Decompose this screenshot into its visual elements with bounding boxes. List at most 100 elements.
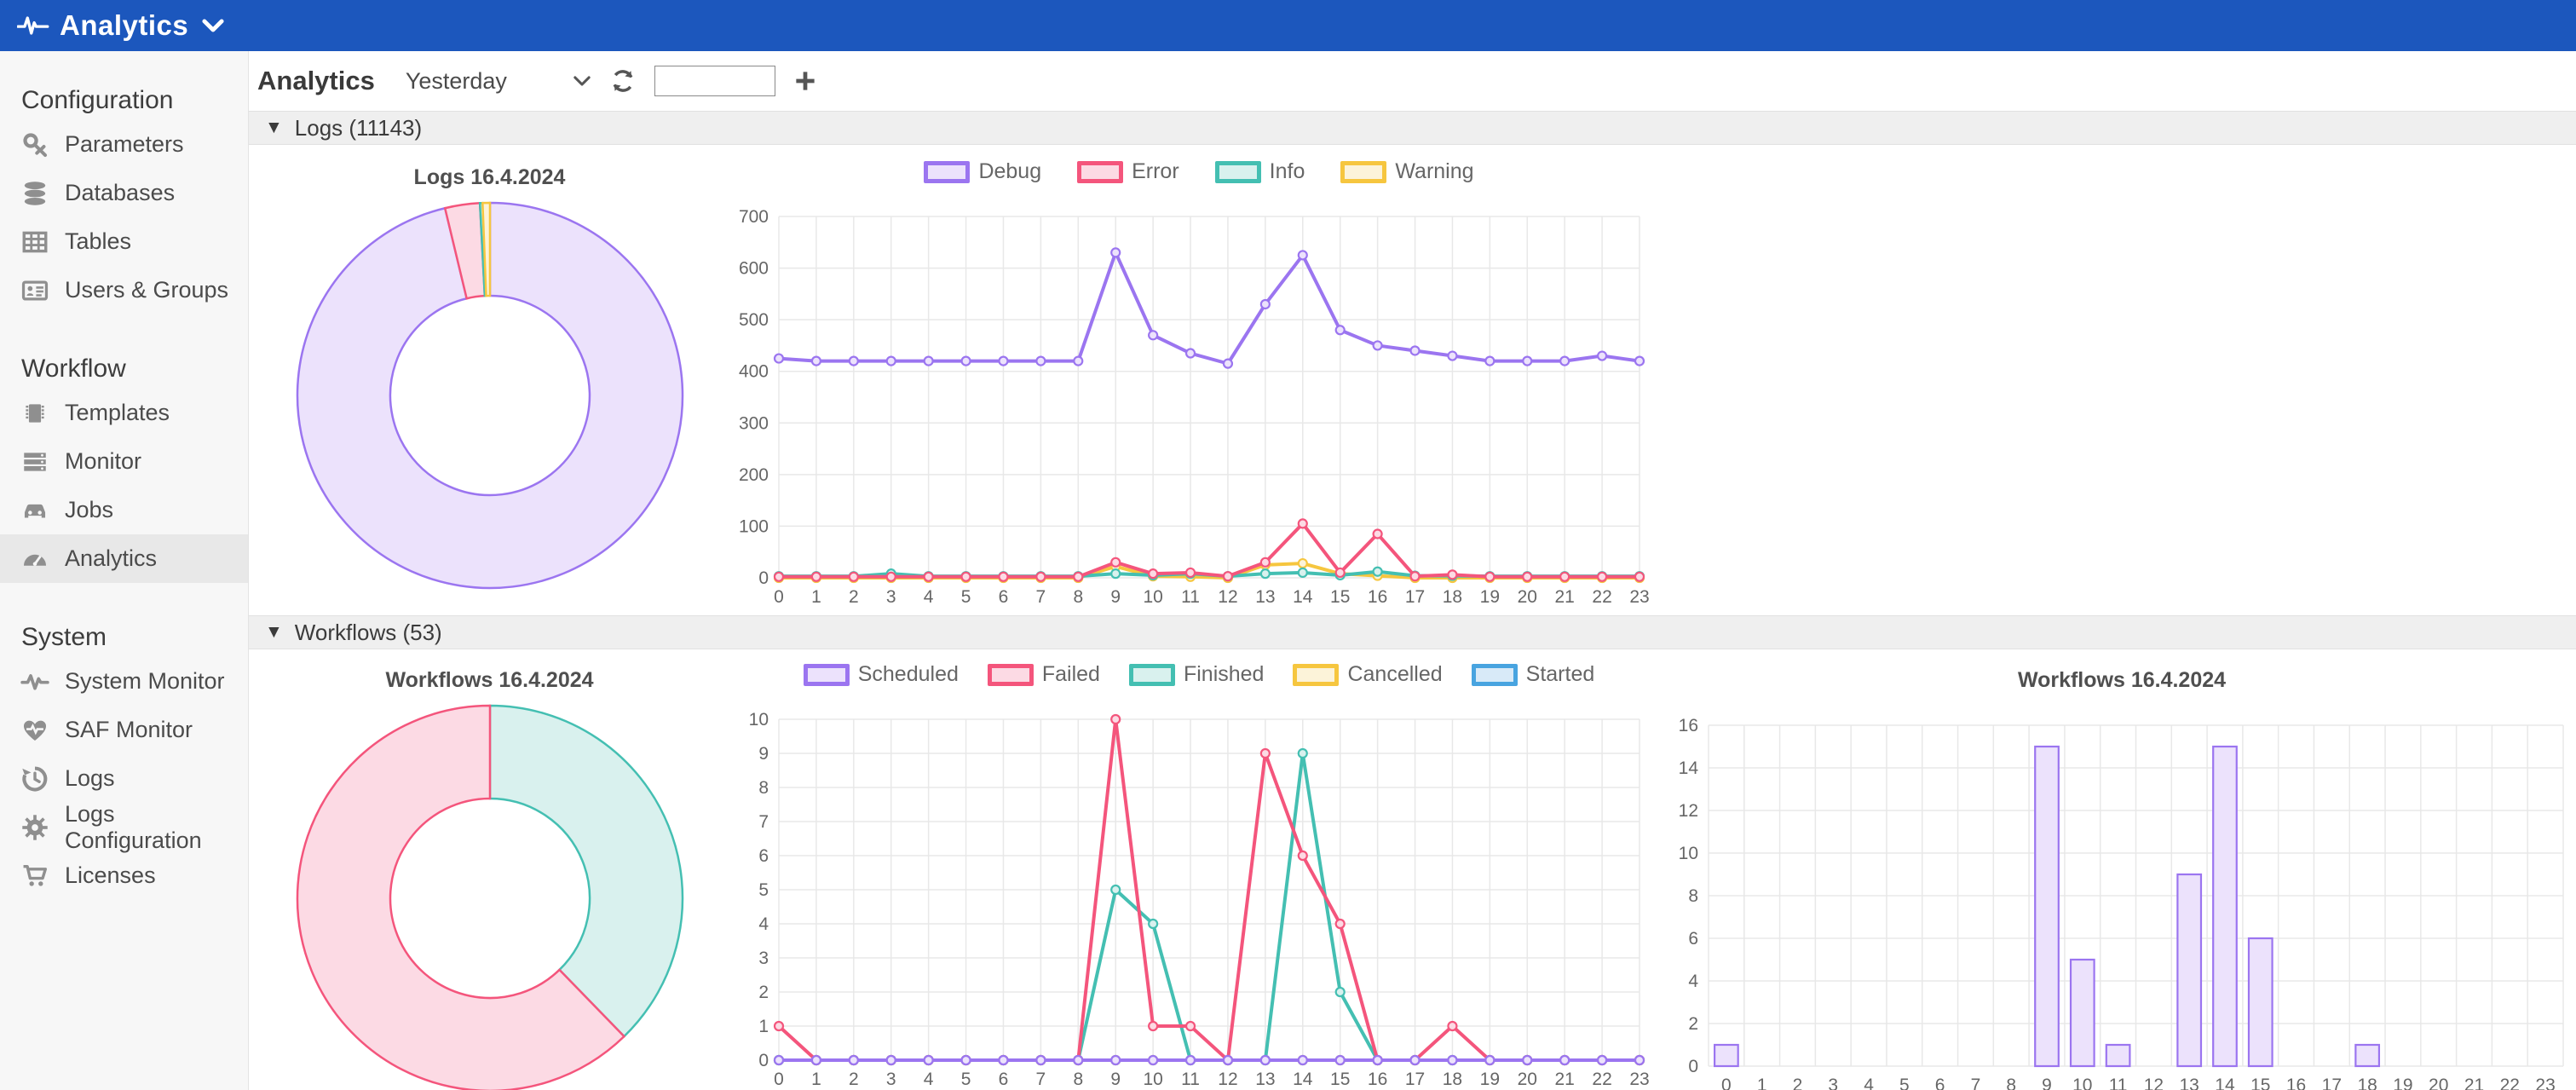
period-value: Yesterday xyxy=(406,68,507,95)
svg-text:19: 19 xyxy=(1480,1070,1500,1089)
legend-item-error[interactable]: Error xyxy=(1077,159,1179,184)
svg-text:8: 8 xyxy=(1073,587,1083,607)
sidebar-item-tables[interactable]: Tables xyxy=(0,217,248,266)
svg-text:0: 0 xyxy=(758,568,769,588)
app-title: Analytics xyxy=(60,9,188,42)
legend-item-warning[interactable]: Warning xyxy=(1340,159,1473,184)
workflows-donut-title: Workflows 16.4.2024 xyxy=(385,668,593,693)
collapse-icon: ▼ xyxy=(265,622,283,643)
legend-label: Cancelled xyxy=(1347,662,1442,687)
svg-text:11: 11 xyxy=(1181,1070,1200,1089)
sidebar-item-logs[interactable]: Logs xyxy=(0,754,248,803)
svg-text:17: 17 xyxy=(1405,587,1425,607)
svg-text:0: 0 xyxy=(1688,1057,1698,1076)
legend-label: Started xyxy=(1526,662,1595,687)
svg-text:1: 1 xyxy=(758,1017,769,1036)
svg-text:2: 2 xyxy=(849,587,859,607)
svg-text:14: 14 xyxy=(1293,1070,1313,1089)
quick-add-input[interactable] xyxy=(654,66,775,96)
svg-text:12: 12 xyxy=(1218,587,1237,607)
svg-text:200: 200 xyxy=(739,465,769,485)
legend-item-info[interactable]: Info xyxy=(1215,159,1305,184)
legend-label: Error xyxy=(1132,159,1179,184)
legend-swatch xyxy=(804,664,850,686)
sidebar-item-analytics[interactable]: Analytics xyxy=(0,534,248,583)
svg-text:21: 21 xyxy=(2464,1076,2483,1090)
legend-item-scheduled[interactable]: Scheduled xyxy=(804,662,959,687)
sidebar-item-label: Users & Groups xyxy=(65,277,228,303)
svg-text:1: 1 xyxy=(811,587,821,607)
svg-text:16: 16 xyxy=(1678,716,1697,735)
legend-swatch xyxy=(1340,161,1386,183)
sidebar-item-saf-monitor[interactable]: SAF Monitor xyxy=(0,706,248,754)
legend-label: Failed xyxy=(1042,662,1100,687)
svg-text:7: 7 xyxy=(1036,587,1046,607)
svg-text:11: 11 xyxy=(2108,1076,2127,1090)
sidebar-item-users-groups[interactable]: Users & Groups xyxy=(0,266,248,314)
page-title: Analytics xyxy=(257,66,375,96)
sidebar-item-databases[interactable]: Databases xyxy=(0,169,248,217)
header-chevron-down-icon[interactable] xyxy=(202,18,224,33)
legend-item-finished[interactable]: Finished xyxy=(1129,662,1265,687)
sidebar-section-title: System xyxy=(0,618,248,657)
svg-text:8: 8 xyxy=(758,778,769,798)
legend-item-failed[interactable]: Failed xyxy=(988,662,1100,687)
legend-swatch xyxy=(1215,161,1261,183)
svg-text:0: 0 xyxy=(1721,1076,1732,1090)
sidebar-item-system-monitor[interactable]: System Monitor xyxy=(0,657,248,706)
svg-text:6: 6 xyxy=(1934,1076,1945,1090)
svg-text:0: 0 xyxy=(774,587,784,607)
svg-text:8: 8 xyxy=(1073,1070,1083,1089)
add-button[interactable] xyxy=(794,70,816,92)
svg-text:5: 5 xyxy=(758,880,769,900)
app-header: Analytics xyxy=(0,0,2576,51)
svg-text:5: 5 xyxy=(961,587,971,607)
sidebar-item-licenses[interactable]: Licenses xyxy=(0,851,248,900)
legend-item-cancelled[interactable]: Cancelled xyxy=(1293,662,1442,687)
svg-text:1: 1 xyxy=(811,1070,821,1089)
key-icon xyxy=(19,129,51,161)
sidebar-section-title: Configuration xyxy=(0,81,248,120)
workflows-line-block: ScheduledFailedFinishedCancelledStarted … xyxy=(730,649,1668,1090)
logs-section-body: Logs 16.4.2024 DebugErrorInfoWarning 010… xyxy=(249,145,2576,615)
main-content: Analytics Yesterday ▼ Logs (111 xyxy=(249,51,2576,1090)
legend-item-started[interactable]: Started xyxy=(1472,662,1595,687)
refresh-button[interactable] xyxy=(610,68,636,94)
logs-donut-block: Logs 16.4.2024 xyxy=(249,145,730,615)
svg-text:9: 9 xyxy=(1110,1070,1121,1089)
sidebar-item-logs-configuration[interactable]: Logs Configuration xyxy=(0,803,248,851)
svg-text:2: 2 xyxy=(1792,1076,1802,1090)
svg-text:500: 500 xyxy=(739,310,769,330)
svg-text:6: 6 xyxy=(999,587,1009,607)
svg-text:23: 23 xyxy=(1629,587,1649,607)
svg-text:22: 22 xyxy=(2499,1076,2519,1090)
section-header-workflows[interactable]: ▼ Workflows (53) xyxy=(249,615,2576,649)
legend-item-debug[interactable]: Debug xyxy=(924,159,1041,184)
logs-line-legend: Debug Error Info Warning xyxy=(924,159,1473,184)
svg-text:19: 19 xyxy=(1480,587,1500,607)
sidebar-item-label: Parameters xyxy=(65,131,184,158)
svg-text:17: 17 xyxy=(2321,1076,2341,1090)
section-header-logs[interactable]: ▼ Logs (11143) xyxy=(249,111,2576,145)
svg-text:20: 20 xyxy=(1518,1070,1537,1089)
svg-text:12: 12 xyxy=(2143,1076,2163,1090)
sidebar-item-label: Analytics xyxy=(65,545,157,572)
sidebar-item-templates[interactable]: Templates xyxy=(0,389,248,437)
sidebar-item-label: SAF Monitor xyxy=(65,717,193,743)
sidebar-item-jobs[interactable]: Jobs xyxy=(0,486,248,534)
svg-text:2: 2 xyxy=(849,1070,859,1089)
svg-text:12: 12 xyxy=(1678,801,1697,821)
sidebar-item-label: Logs Configuration xyxy=(65,801,248,854)
sidebar-section-system: SystemSystem Monitor SAF Monitor LogsLogs … xyxy=(0,618,248,900)
svg-text:6: 6 xyxy=(1688,929,1698,949)
chip-icon xyxy=(19,397,51,430)
svg-text:13: 13 xyxy=(1255,1070,1275,1089)
svg-text:20: 20 xyxy=(1518,587,1537,607)
svg-text:10: 10 xyxy=(749,710,769,730)
svg-text:5: 5 xyxy=(961,1070,971,1089)
svg-text:100: 100 xyxy=(739,516,769,536)
period-select[interactable]: Yesterday xyxy=(406,68,591,95)
sidebar-item-monitor[interactable]: Monitor xyxy=(0,437,248,486)
svg-text:400: 400 xyxy=(739,362,769,382)
sidebar-item-parameters[interactable]: Parameters xyxy=(0,120,248,169)
